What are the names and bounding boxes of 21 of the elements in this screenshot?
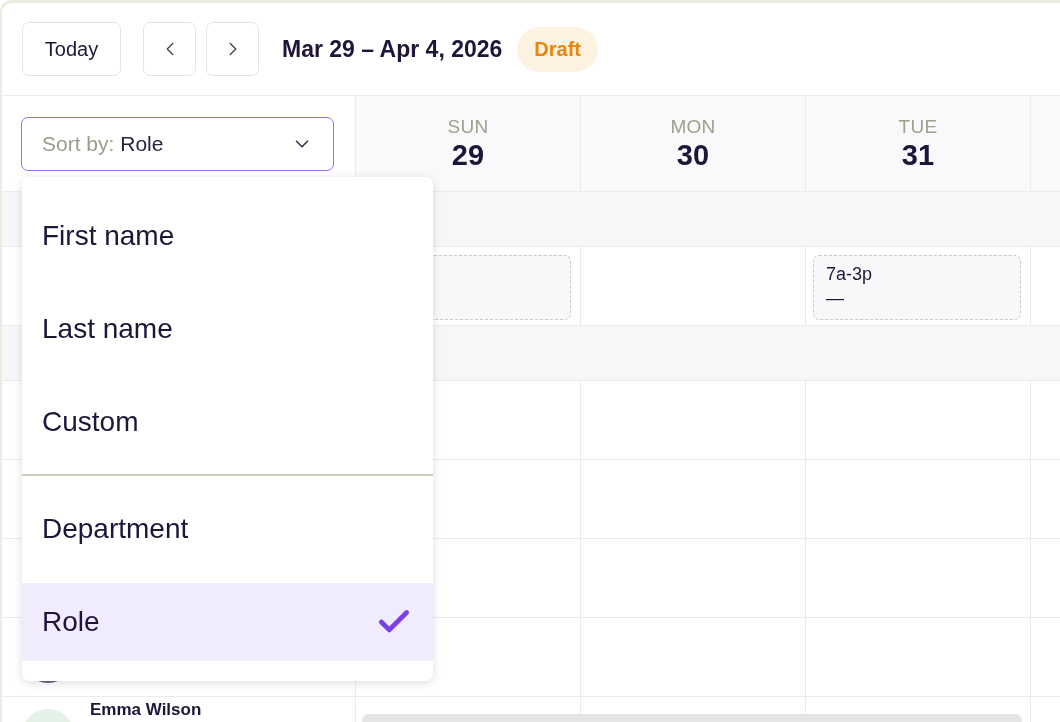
menu-item[interactable]: Role [22, 582, 433, 661]
previous-week-button[interactable] [143, 22, 196, 76]
date-number: 30 [676, 139, 710, 172]
date-number: 29 [451, 139, 485, 172]
status-badge: Draft [517, 26, 598, 72]
date-number: 31 [901, 139, 935, 172]
shift-time: 7a-3p [826, 263, 874, 286]
weekday-label: MON [670, 115, 716, 138]
weekday-label: TUE [898, 115, 938, 138]
menu-item[interactable]: Department [22, 489, 433, 568]
menu-item[interactable]: Custom [22, 382, 433, 461]
shift-note: — [826, 287, 845, 310]
today-button[interactable]: Today [22, 22, 121, 76]
menu-item[interactable]: First name [22, 196, 433, 275]
date-range-title: Mar 29 – Apr 4, 2026 [282, 35, 503, 63]
next-week-button[interactable] [206, 22, 259, 76]
employee-name: Emma Wilson [90, 700, 202, 720]
weekday-label: SUN [447, 115, 489, 138]
sort-select[interactable]: Sort by: Role [21, 116, 334, 171]
menu-item[interactable]: Last name [22, 289, 433, 368]
open-shift-slot[interactable]: 7a-3p — [813, 255, 1021, 320]
